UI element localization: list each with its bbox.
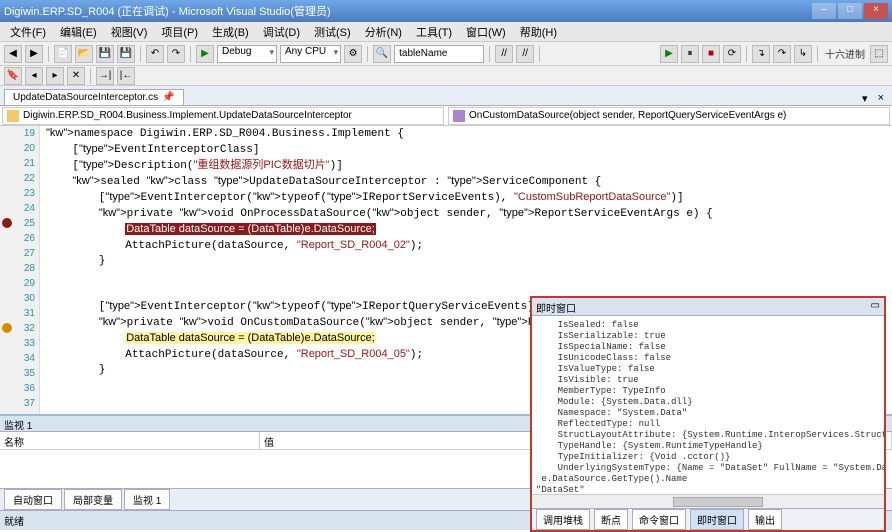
menu-project[interactable]: 项目(P): [155, 22, 204, 42]
undo-button[interactable]: ↶: [146, 45, 164, 63]
redo-button[interactable]: ↷: [167, 45, 185, 63]
comment-button[interactable]: //: [495, 45, 513, 63]
doc-tab-label: UpdateDataSourceInterceptor.cs: [13, 92, 158, 103]
tab-callstack[interactable]: 调用堆栈: [536, 509, 590, 530]
current-line-icon: [2, 323, 12, 333]
maximize-button[interactable]: □: [838, 3, 862, 19]
outdent-button[interactable]: |←: [117, 67, 135, 85]
tab-command[interactable]: 命令窗口: [632, 509, 686, 530]
menu-file[interactable]: 文件(F): [4, 22, 52, 42]
find-button[interactable]: 🔍: [373, 45, 391, 63]
new-project-button[interactable]: 📄: [54, 45, 72, 63]
save-all-button[interactable]: 💾: [117, 45, 135, 63]
bookmark-prev-button[interactable]: ◂: [25, 67, 43, 85]
tab-breakpoints[interactable]: 断点: [594, 509, 628, 530]
menu-edit[interactable]: 编辑(E): [54, 22, 103, 42]
save-button[interactable]: 💾: [96, 45, 114, 63]
menu-analyze[interactable]: 分析(N): [359, 22, 408, 42]
menu-bar: 文件(F) 编辑(E) 视图(V) 项目(P) 生成(B) 调试(D) 测试(S…: [0, 22, 892, 42]
immediate-window-body[interactable]: IsSealed: false IsSerializable: true IsS…: [532, 316, 884, 494]
immediate-window[interactable]: 即时窗口 ▭ IsSealed: false IsSerializable: t…: [530, 296, 886, 532]
step-into-button[interactable]: ↴: [752, 45, 770, 63]
line-number-gutter: 19 20 21 22 23 24 25 26 27 28 29 30 31 3…: [0, 126, 40, 414]
code-editor[interactable]: 19 20 21 22 23 24 25 26 27 28 29 30 31 3…: [0, 126, 892, 414]
tab-dropdown-icon[interactable]: ▾: [858, 92, 872, 105]
bookmark-toggle-button[interactable]: 🔖: [4, 67, 22, 85]
immediate-close-icon[interactable]: ▭: [871, 300, 880, 313]
step-over-button[interactable]: ↷: [773, 45, 791, 63]
toolbar-secondary: 🔖 ◂ ▸ ✕ →| |←: [0, 66, 892, 86]
status-text: 就绪: [4, 517, 24, 528]
nav-class-dropdown[interactable]: Digiwin.ERP.SD_R004.Business.Implement.U…: [2, 107, 444, 125]
find-input[interactable]: [394, 45, 484, 63]
hex-label[interactable]: 十六进制: [823, 46, 867, 61]
menu-view[interactable]: 视图(V): [105, 22, 154, 42]
doc-tab-active[interactable]: UpdateDataSourceInterceptor.cs 📌: [4, 89, 184, 105]
tab-immediate[interactable]: 即时窗口: [690, 509, 744, 530]
step-out-button[interactable]: ↳: [794, 45, 812, 63]
start-debug-button[interactable]: ▶: [196, 45, 214, 63]
tab-output[interactable]: 输出: [748, 509, 782, 530]
open-button[interactable]: 📂: [75, 45, 93, 63]
method-icon: [453, 110, 465, 122]
code-nav-bar: Digiwin.ERP.SD_R004.Business.Implement.U…: [0, 106, 892, 126]
close-button[interactable]: ×: [864, 3, 888, 19]
minimize-button[interactable]: –: [812, 3, 836, 19]
menu-build[interactable]: 生成(B): [206, 22, 255, 42]
continue-button[interactable]: ▶: [660, 45, 678, 63]
immediate-scrollbar[interactable]: [532, 494, 884, 508]
immediate-tabs: 调用堆栈 断点 命令窗口 即时窗口 输出: [532, 508, 884, 530]
class-icon: [7, 110, 19, 122]
platform-dropdown[interactable]: Any CPU: [280, 45, 341, 63]
menu-debug[interactable]: 调试(D): [257, 22, 306, 42]
forward-button[interactable]: ▶: [25, 45, 43, 63]
breakpoint-icon[interactable]: [2, 218, 12, 228]
menu-tools[interactable]: 工具(T): [410, 22, 458, 42]
menu-window[interactable]: 窗口(W): [460, 22, 512, 42]
indent-button[interactable]: →|: [96, 67, 114, 85]
uncomment-button[interactable]: //: [516, 45, 534, 63]
tab-close-icon[interactable]: ×: [874, 92, 888, 105]
window-title: Digiwin.ERP.SD_R004 (正在调试) - Microsoft V…: [4, 3, 812, 19]
hex-toggle[interactable]: ⬚: [870, 45, 888, 63]
menu-test[interactable]: 测试(S): [308, 22, 357, 42]
back-button[interactable]: ◀: [4, 45, 22, 63]
bookmark-next-button[interactable]: ▸: [46, 67, 64, 85]
window-titlebar: Digiwin.ERP.SD_R004 (正在调试) - Microsoft V…: [0, 0, 892, 22]
watch-col-name[interactable]: 名称: [0, 432, 260, 449]
stop-button[interactable]: ■: [702, 45, 720, 63]
pause-button[interactable]: ⏸: [681, 45, 699, 63]
immediate-window-title[interactable]: 即时窗口 ▭: [532, 298, 884, 316]
document-tabs: UpdateDataSourceInterceptor.cs 📌 ▾ ×: [0, 86, 892, 106]
properties-button[interactable]: ⚙: [344, 45, 362, 63]
restart-button[interactable]: ⟳: [723, 45, 741, 63]
config-dropdown[interactable]: Debug: [217, 45, 277, 63]
toolbar-main: ◀ ▶ 📄 📂 💾 💾 ↶ ↷ ▶ Debug Any CPU ⚙ 🔍 // /…: [0, 42, 892, 66]
scrollbar-thumb[interactable]: [673, 497, 763, 507]
nav-member-dropdown[interactable]: OnCustomDataSource(object sender, Report…: [448, 107, 890, 125]
menu-help[interactable]: 帮助(H): [514, 22, 563, 42]
pin-icon[interactable]: 📌: [162, 92, 174, 103]
bookmark-clear-button[interactable]: ✕: [67, 67, 85, 85]
